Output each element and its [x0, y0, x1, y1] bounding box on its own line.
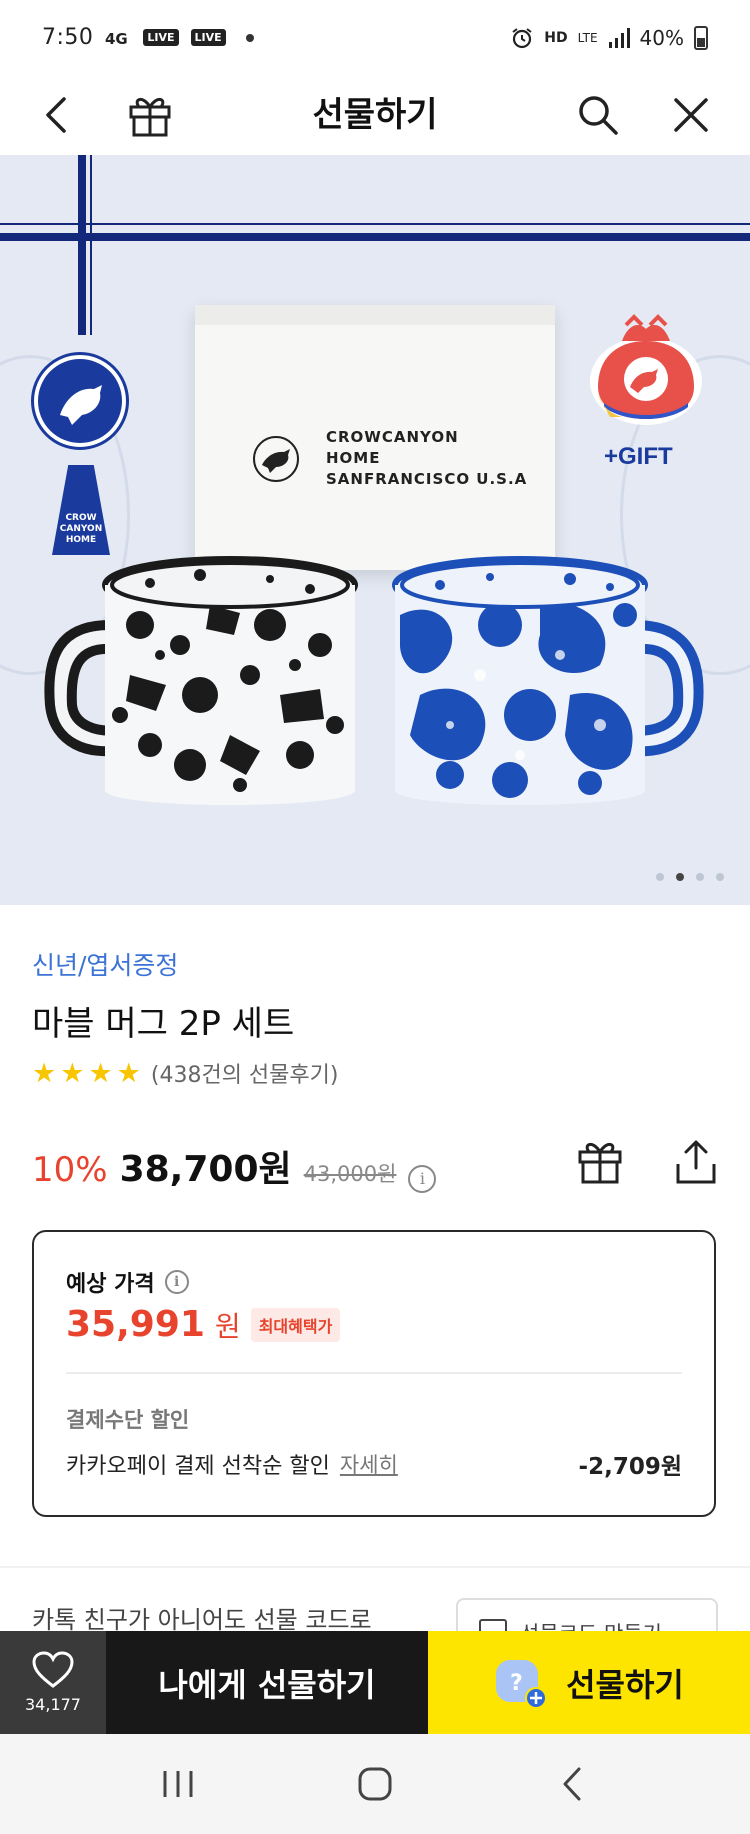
- status-left: 7:50 4G LIVE LIVE: [42, 25, 254, 50]
- star-icon: ★: [88, 1057, 113, 1089]
- send-gift-label: 선물하기: [566, 1665, 684, 1704]
- crow-logo-icon: [253, 436, 299, 482]
- price-actions: [576, 1138, 718, 1190]
- battery-percent: 40%: [639, 25, 684, 50]
- svg-text:4G: 4G: [105, 30, 128, 48]
- status-right: HD LTE 40%: [510, 25, 708, 50]
- divider: [66, 1372, 682, 1374]
- gift-pouch-icon: [590, 314, 702, 425]
- blue-marble-mug: [392, 556, 704, 805]
- notification-dot-icon: [245, 33, 254, 42]
- gift-to-self-label: 나에게 선물하기: [158, 1665, 376, 1704]
- wish-button[interactable]: 34,177: [0, 1631, 106, 1734]
- price-info-icon[interactable]: i: [408, 1164, 437, 1193]
- network-5g-icon: 4G: [105, 30, 128, 48]
- live-badge-2: LIVE: [190, 29, 226, 46]
- share-icon: [676, 1140, 716, 1184]
- battery-icon: [694, 25, 708, 50]
- chevron-left-icon: [46, 97, 66, 133]
- home-button[interactable]: [335, 1744, 415, 1824]
- section-separator: [0, 1566, 750, 1568]
- carousel-dot[interactable]: [656, 873, 664, 881]
- estimated-price-title: 예상 가격: [66, 1272, 155, 1297]
- review-count-link[interactable]: (438건의 선물후기): [151, 1057, 339, 1089]
- nav-back-button[interactable]: [532, 1744, 612, 1824]
- estimate-info-icon[interactable]: i: [164, 1270, 189, 1294]
- payment-discount-label: 결제수단 할인: [66, 1408, 190, 1432]
- payment-discount-amount: -2,709원: [578, 1454, 682, 1480]
- recent-apps-icon: [163, 1771, 193, 1797]
- gift-icon: [129, 98, 171, 137]
- product-rating[interactable]: ★ ★ ★ ★ (438건의 선물후기): [32, 1057, 338, 1089]
- gift-plus-label: +GIFT: [604, 443, 673, 470]
- send-gift-button[interactable]: ? 선물하기: [428, 1631, 750, 1734]
- svg-text:?: ?: [510, 1671, 523, 1696]
- box-brand-text: CROWCANYON HOME SANFRANCISCO U.S.A: [326, 428, 528, 488]
- close-icon: [674, 98, 708, 132]
- carousel-dot[interactable]: [716, 873, 724, 881]
- gift-box-icon: [578, 1143, 622, 1184]
- sale-price: 38,700원: [119, 1149, 292, 1190]
- payment-detail-link[interactable]: 자세히: [340, 1449, 398, 1479]
- status-bar: 7:50 4G LIVE LIVE HD LTE 40%: [0, 0, 750, 75]
- carousel-dot-active[interactable]: [676, 873, 684, 881]
- discount-rate: 10%: [32, 1150, 108, 1190]
- wish-count: 34,177: [25, 1695, 81, 1714]
- search-icon: [579, 96, 618, 135]
- chevron-left-icon: [563, 1767, 581, 1801]
- star-icon: ★: [32, 1057, 57, 1089]
- original-price: 43,000원: [303, 1162, 397, 1186]
- lte-label: LTE: [577, 30, 598, 45]
- estimated-price-row: 35,991 원 최대혜택가: [66, 1304, 341, 1345]
- recent-apps-button[interactable]: [138, 1744, 218, 1824]
- product-image-carousel[interactable]: CROW CANYON HOME CROWCANYON HOME SANFRAN…: [0, 155, 750, 905]
- estimated-price-box: 예상 가격 i 35,991 원 최대혜택가 결제수단 할인 카카오페이 결제 …: [32, 1230, 716, 1517]
- system-nav-bar: [0, 1734, 750, 1834]
- star-icon: ★: [116, 1057, 141, 1089]
- price-row: 10% 38,700원 43,000원 i: [32, 1140, 437, 1193]
- carousel-indicator: [656, 873, 724, 881]
- ribbon-vertical-line: [90, 155, 92, 335]
- payment-discount-row: 카카오페이 결제 선착순 할인 자세히 -2,709원: [66, 1447, 682, 1481]
- bottom-action-bar: 34,177 나에게 선물하기 ? 선물하기: [0, 1631, 750, 1734]
- gift-code-text: 카톡 친구가 아니어도 선물 코드로: [32, 1606, 372, 1634]
- app-header: 선물하기: [0, 75, 750, 155]
- close-button[interactable]: [656, 80, 726, 150]
- ribbon-line: [0, 223, 750, 225]
- brand-tag-text: CROW CANYON HOME: [59, 513, 103, 545]
- heart-icon: [32, 1651, 74, 1688]
- black-marble-mug: [44, 556, 358, 805]
- product-category-link[interactable]: 신년/엽서증정: [32, 946, 178, 982]
- share-button[interactable]: [674, 1138, 718, 1190]
- gift-box-lid: [195, 305, 555, 325]
- gift-to-self-button[interactable]: 나에게 선물하기: [106, 1631, 428, 1734]
- ribbon-band: [0, 233, 750, 241]
- payment-discount-desc: 카카오페이 결제 선착순 할인: [66, 1454, 330, 1479]
- carousel-dot[interactable]: [696, 873, 704, 881]
- hd-voice-label: HD: [544, 29, 568, 46]
- page-title: 선물하기: [312, 95, 438, 135]
- back-button[interactable]: [22, 80, 92, 150]
- star-icon: ★: [60, 1057, 85, 1089]
- product-title: 마블 머그 2P 세트: [32, 1004, 295, 1044]
- max-benefit-badge: 최대혜택가: [250, 1307, 341, 1342]
- ribbon-vertical: [78, 155, 86, 335]
- live-badge: LIVE: [143, 29, 179, 46]
- brand-tag-circle: [31, 352, 129, 450]
- home-icon: [358, 1767, 392, 1801]
- status-time: 7:50: [42, 25, 94, 50]
- friend-gift-icon: ?: [496, 1659, 548, 1709]
- signal-icon: [608, 27, 630, 48]
- alarm-icon: [512, 27, 532, 48]
- estimated-price-label: 예상 가격 i: [66, 1266, 189, 1298]
- wishlist-gift-button[interactable]: [576, 1138, 624, 1190]
- estimated-price-unit: 원: [214, 1309, 241, 1343]
- gift-home-button[interactable]: [115, 80, 185, 150]
- bird-logo-icon: [60, 385, 102, 425]
- search-button[interactable]: [563, 80, 633, 150]
- estimated-price-value: 35,991: [66, 1304, 205, 1345]
